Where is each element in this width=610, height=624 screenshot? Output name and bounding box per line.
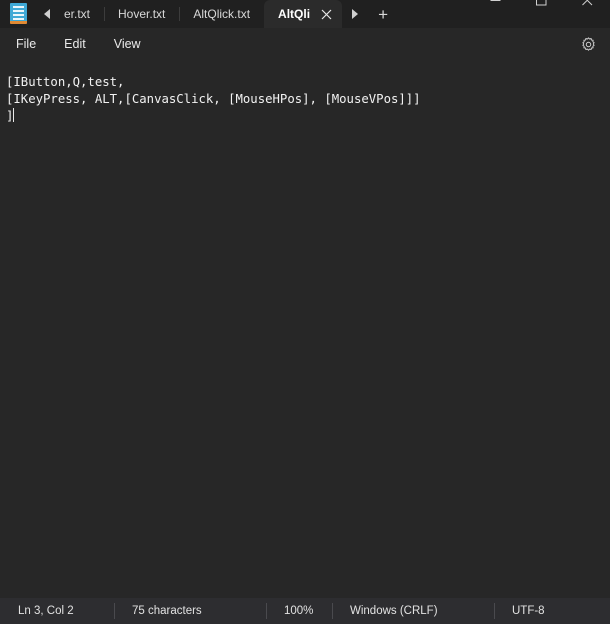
menu-edit[interactable]: Edit bbox=[52, 33, 98, 55]
status-character-count-label: 75 characters bbox=[132, 605, 202, 617]
new-tab-button[interactable]: + bbox=[368, 0, 398, 28]
status-zoom[interactable]: 100% bbox=[266, 598, 332, 624]
status-cursor-position-label: Ln 3, Col 2 bbox=[18, 605, 74, 617]
window-controls bbox=[472, 0, 610, 14]
text-editor-area[interactable]: [IButton,Q,test, [IKeyPress, ALT,[Canvas… bbox=[0, 60, 610, 598]
tab-label: AltQlick.txt bbox=[193, 7, 251, 21]
status-character-count[interactable]: 75 characters bbox=[114, 598, 266, 624]
tab-altqli-active[interactable]: AltQli bbox=[264, 0, 343, 28]
editor-text: [IButton,Q,test, [IKeyPress, ALT,[Canvas… bbox=[6, 75, 421, 123]
gear-icon[interactable] bbox=[574, 32, 602, 56]
tab-er-txt[interactable]: er.txt bbox=[60, 0, 104, 28]
tab-altqlick-txt[interactable]: AltQlick.txt bbox=[179, 0, 264, 28]
title-bar: er.txt Hover.txt AltQlick.txt AltQli + bbox=[0, 0, 610, 28]
tab-label: Hover.txt bbox=[118, 7, 166, 21]
tab-scroll-left-button[interactable] bbox=[34, 0, 60, 28]
plus-icon: + bbox=[378, 4, 389, 24]
minimize-button[interactable] bbox=[472, 0, 518, 14]
menu-view[interactable]: View bbox=[102, 33, 153, 55]
chevron-left-icon bbox=[44, 9, 50, 19]
status-line-ending-label: Windows (CRLF) bbox=[350, 605, 438, 617]
tab-label: AltQli bbox=[278, 7, 311, 21]
menu-bar: File Edit View bbox=[0, 28, 610, 60]
tab-hover-txt[interactable]: Hover.txt bbox=[104, 0, 179, 28]
tab-strip: er.txt Hover.txt AltQlick.txt AltQli bbox=[60, 0, 343, 28]
close-tab-icon[interactable] bbox=[316, 4, 336, 24]
editor-content[interactable]: [IButton,Q,test, [IKeyPress, ALT,[Canvas… bbox=[6, 74, 610, 125]
tab-scroll-right-button[interactable] bbox=[342, 0, 368, 28]
status-encoding[interactable]: UTF-8 bbox=[494, 598, 610, 624]
maximize-button[interactable] bbox=[518, 0, 564, 14]
status-line-ending[interactable]: Windows (CRLF) bbox=[332, 598, 494, 624]
menu-file[interactable]: File bbox=[4, 33, 48, 55]
chevron-right-icon bbox=[352, 9, 359, 19]
notepad-icon bbox=[10, 3, 28, 25]
status-encoding-label: UTF-8 bbox=[512, 605, 545, 617]
text-caret bbox=[13, 108, 15, 122]
status-bar: Ln 3, Col 2 75 characters 100% Windows (… bbox=[0, 598, 610, 624]
notepad-window: er.txt Hover.txt AltQlick.txt AltQli + F… bbox=[0, 0, 610, 624]
status-zoom-label: 100% bbox=[284, 605, 314, 617]
tab-label: er.txt bbox=[64, 7, 91, 21]
close-button[interactable] bbox=[564, 0, 610, 14]
status-cursor-position[interactable]: Ln 3, Col 2 bbox=[0, 598, 114, 624]
